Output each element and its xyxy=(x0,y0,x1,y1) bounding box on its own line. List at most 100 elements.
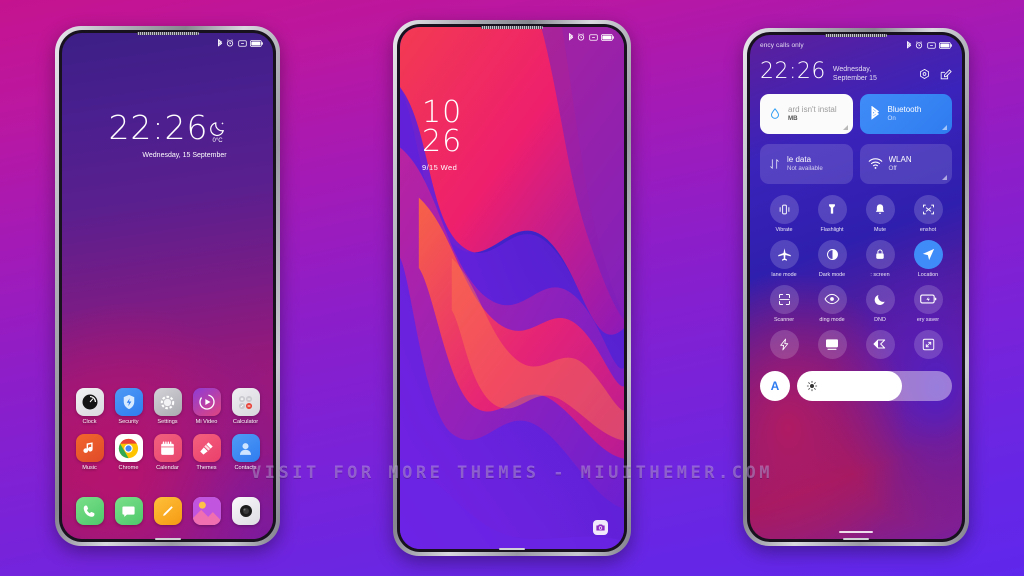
statusbar-icons xyxy=(906,40,953,50)
color-mode-icon xyxy=(865,329,895,359)
toggle-screenshot[interactable]: enshot xyxy=(913,194,943,233)
app-chrome[interactable]: Chrome xyxy=(109,434,148,471)
message-icon[interactable] xyxy=(114,497,143,525)
toggle-label: enshot xyxy=(919,226,937,233)
shade-header: 22:26 Wednesday, September 15 xyxy=(760,61,952,84)
app-security[interactable]: Security xyxy=(109,388,148,425)
chin-bar xyxy=(843,538,869,540)
phone-left-screen: 22:26 0°C Wednesday, 15 September Clock … xyxy=(62,33,273,539)
toggle-scanner[interactable]: Scanner xyxy=(769,284,799,323)
toggle-label: : screen xyxy=(870,271,890,278)
shade-date: Wednesday, September 15 xyxy=(833,61,877,84)
tile-subtitle: Off xyxy=(888,164,897,172)
app-themes[interactable]: Themes xyxy=(187,434,226,471)
app-settings[interactable]: Settings xyxy=(148,388,187,425)
phone-icon[interactable] xyxy=(75,497,104,525)
toggle-label: ding mode xyxy=(819,316,845,323)
tile-bluetooth[interactable]: Bluetooth On xyxy=(859,93,952,134)
tile-mobile-data[interactable]: le data Not available xyxy=(760,143,853,184)
lock-icon xyxy=(865,239,895,269)
statusbar-right: ency calls only xyxy=(750,35,962,55)
bluetooth-icon xyxy=(217,38,222,47)
statusbar-icons xyxy=(568,32,615,42)
chrome-icon xyxy=(114,434,143,462)
brightness-slider[interactable] xyxy=(797,370,952,401)
toggle-airplane-mode[interactable]: lane mode xyxy=(769,239,799,278)
tile-subtitle: On xyxy=(887,114,896,122)
toggle-vibrate[interactable]: Vibrate xyxy=(769,194,799,233)
toggle-label: lane mode xyxy=(771,271,797,278)
battery-saver-icon xyxy=(913,284,943,314)
expand-corner-icon[interactable] xyxy=(942,124,947,130)
app-music[interactable]: Music xyxy=(70,434,109,471)
app-label: Music xyxy=(82,465,97,471)
chin-bar xyxy=(499,548,525,550)
big-tile-row-1: ard isn't instal MB Bluetooth On xyxy=(760,93,952,134)
bluetooth-icon xyxy=(568,32,573,41)
toggle-location[interactable]: Location xyxy=(913,239,943,278)
dock xyxy=(70,497,265,525)
toggle-dnd[interactable]: DND xyxy=(865,284,895,323)
gallery-icon[interactable] xyxy=(192,497,221,525)
toggle-lock-screen[interactable]: : screen xyxy=(865,239,895,278)
app-mi-video[interactable]: Mi Video xyxy=(187,388,226,425)
alarm-icon xyxy=(226,39,234,47)
settings-gear-icon[interactable] xyxy=(918,68,931,81)
auto-brightness-button[interactable]: A xyxy=(760,370,790,401)
toggle-label: ery saver xyxy=(916,316,940,323)
tile-title: ard isn't instal xyxy=(788,105,837,115)
pencil-icon[interactable] xyxy=(153,497,182,525)
tile-wlan[interactable]: WLAN Off xyxy=(859,143,952,184)
toggle-resize[interactable] xyxy=(913,329,943,362)
edit-icon[interactable] xyxy=(939,68,952,81)
toggle-mute[interactable]: Mute xyxy=(865,194,895,233)
location-icon xyxy=(913,239,943,269)
gear-icon xyxy=(153,388,182,416)
moon-icon xyxy=(865,284,895,314)
toggle-label: DND xyxy=(874,316,886,323)
flashlight-icon xyxy=(817,194,847,224)
app-calendar[interactable]: Calendar xyxy=(148,434,187,471)
earpiece-speaker xyxy=(825,34,887,37)
expand-corner-icon[interactable] xyxy=(842,124,848,130)
airplane-icon xyxy=(769,239,799,269)
calendar-icon xyxy=(153,434,182,462)
camera-icon[interactable] xyxy=(231,497,260,525)
toggle-battery-saver[interactable]: ery saver xyxy=(913,284,943,323)
phone-inner: 10 26 9/15 Wed xyxy=(397,24,627,552)
toggle-reading-mode[interactable]: ding mode xyxy=(817,284,847,323)
app-clock[interactable]: Clock xyxy=(70,388,109,425)
app-label: Calculator xyxy=(232,419,259,425)
app-label: Mi Video xyxy=(195,419,218,425)
camera-shortcut[interactable] xyxy=(593,520,608,535)
toggle-flashlight[interactable]: Flashlight xyxy=(817,194,847,233)
toggle-lightning[interactable] xyxy=(769,329,799,362)
eye-icon xyxy=(817,284,847,314)
toggle-cast[interactable] xyxy=(817,329,847,362)
clock-minute: 26 xyxy=(422,123,463,159)
toggle-color-mode[interactable] xyxy=(865,329,895,362)
app-contacts[interactable]: Contacts xyxy=(226,434,265,471)
alarm-icon xyxy=(577,33,585,41)
tile-sd-card[interactable]: ard isn't instal MB xyxy=(760,93,853,134)
statusbar-left xyxy=(62,33,273,53)
statusbar-center xyxy=(400,27,624,47)
brightness-row: A xyxy=(760,370,952,401)
app-label: Themes xyxy=(196,465,217,471)
clock-time: 22:26 xyxy=(108,108,209,147)
toggle-dark-mode[interactable]: Dark mode xyxy=(817,239,847,278)
statusbar-carrier: ency calls only xyxy=(760,41,804,49)
dnd-icon xyxy=(237,39,247,47)
calculator-icon xyxy=(231,388,260,416)
notification-shade: 22:26 Wednesday, September 15 ard isn't … xyxy=(750,35,962,539)
music-note-icon xyxy=(75,434,104,462)
phone-center: 10 26 9/15 Wed xyxy=(393,20,631,556)
earpiece-speaker xyxy=(481,26,543,29)
app-calculator[interactable]: Calculator xyxy=(226,388,265,425)
wifi-icon xyxy=(868,158,882,170)
home-indicator[interactable] xyxy=(839,530,873,533)
brightness-slider-fill xyxy=(797,370,903,401)
lockscreen-clock-center: 10 26 9/15 Wed xyxy=(422,98,463,172)
expand-corner-icon[interactable] xyxy=(942,174,947,180)
battery-icon xyxy=(250,39,263,47)
